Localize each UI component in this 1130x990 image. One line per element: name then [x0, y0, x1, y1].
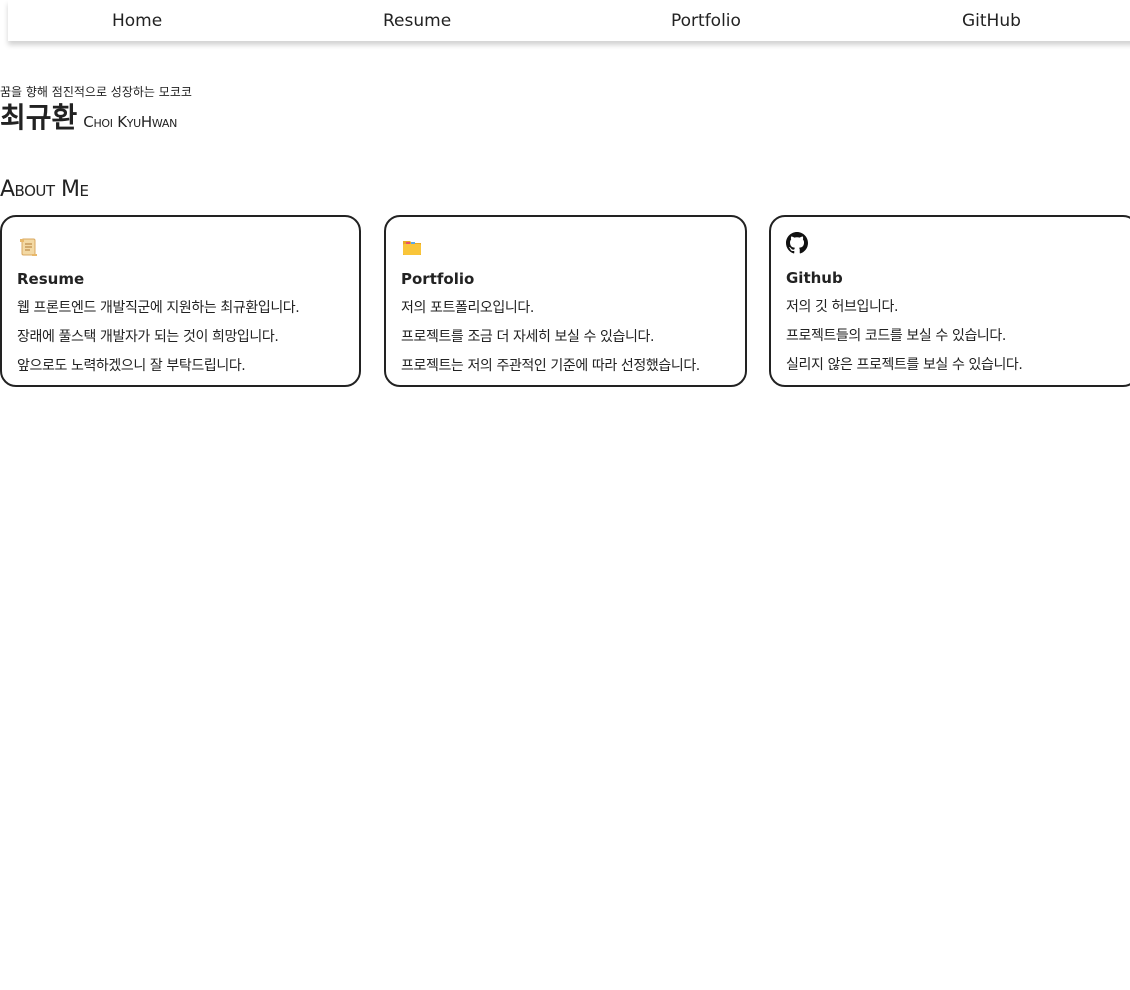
- portfolio-card-line: 저의 포트폴리오입니다.: [401, 300, 534, 316]
- resume-card-line: 웹 프론트엔드 개발직군에 지원하는 최규환입니다.: [17, 300, 300, 316]
- github-card-line: 저의 깃 허브입니다.: [786, 299, 898, 315]
- portfolio-card-line: 프로젝트를 조금 더 자세히 보실 수 있습니다.: [401, 329, 654, 345]
- github-icon: [786, 232, 808, 254]
- folder-icon: [401, 236, 423, 258]
- nav-portfolio-link[interactable]: Portfolio: [671, 10, 741, 32]
- github-card[interactable]: Github 저의 깃 허브입니다. 프로젝트들의 코드를 보실 수 있습니다.…: [769, 215, 1130, 387]
- resume-card-line: 앞으로도 노력하겠으니 잘 부탁드립니다.: [17, 358, 246, 374]
- profile-subtitle: 꿈을 향해 점진적으로 성장하는 모코코: [0, 85, 192, 99]
- portfolio-card[interactable]: Portfolio 저의 포트폴리오입니다. 프로젝트를 조금 더 자세히 보실…: [384, 215, 747, 387]
- nav-github-link[interactable]: GitHub: [962, 10, 1021, 32]
- github-card-line: 실리지 않은 프로젝트를 보실 수 있습니다.: [786, 357, 1023, 373]
- name-korean: 최규환: [0, 101, 78, 134]
- resume-card-line: 장래에 풀스택 개발자가 되는 것이 희망입니다.: [17, 329, 279, 345]
- resume-card[interactable]: Resume 웹 프론트엔드 개발직군에 지원하는 최규환입니다. 장래에 풀스…: [0, 215, 361, 387]
- top-navbar: Home Resume Portfolio GitHub: [8, 0, 1130, 41]
- about-section-title: About Me: [0, 177, 89, 202]
- github-card-title: Github: [786, 269, 843, 287]
- portfolio-card-title: Portfolio: [401, 270, 475, 288]
- nav-resume-link[interactable]: Resume: [383, 10, 451, 32]
- github-card-line: 프로젝트들의 코드를 보실 수 있습니다.: [786, 328, 1006, 344]
- nav-home-link[interactable]: Home: [112, 10, 162, 32]
- portfolio-card-line: 프로젝트는 저의 주관적인 기준에 따라 선정했습니다.: [401, 358, 700, 374]
- scroll-icon: [17, 236, 39, 258]
- profile-name: 최규환 Choi KyuHwan: [0, 101, 177, 135]
- name-english: Choi KyuHwan: [83, 113, 178, 131]
- resume-card-title: Resume: [17, 270, 85, 288]
